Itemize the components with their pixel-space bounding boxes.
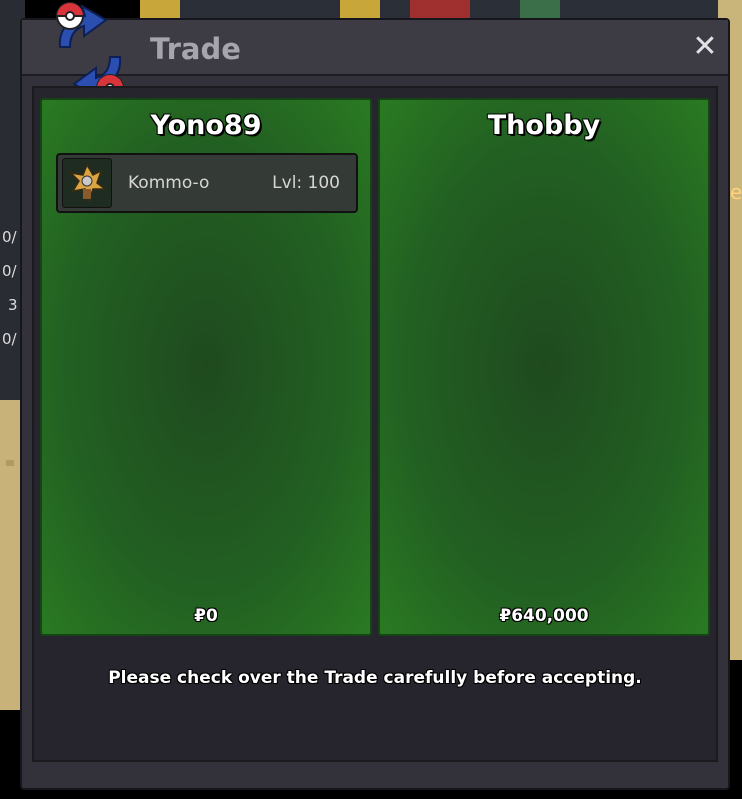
player-name: Yono89 <box>150 110 262 141</box>
window-title: Trade <box>150 32 241 66</box>
background-label: e <box>730 180 742 204</box>
close-button[interactable]: ✕ <box>691 32 719 62</box>
background-label: 0/ <box>2 330 17 348</box>
trade-window: Trade ✕ Yono89 Kommo-o Lvl: 100 ₽0 Thobb… <box>20 2 730 790</box>
background-label: 0/ <box>2 262 17 280</box>
trade-item[interactable]: Kommo-o Lvl: 100 <box>56 153 358 213</box>
item-name: Kommo-o <box>128 173 210 193</box>
background-label: 0/ <box>2 228 17 246</box>
trade-content: Yono89 Kommo-o Lvl: 100 ₽0 Thobby ₽640,0… <box>32 86 718 762</box>
background-label: 3 <box>8 296 18 314</box>
offer-money: ₽0 <box>194 606 218 626</box>
player-name: Thobby <box>487 110 601 141</box>
kommo-o-sprite-icon <box>62 158 112 208</box>
background-hud-strip <box>140 0 740 20</box>
offer-money: ₽640,000 <box>499 606 589 626</box>
partner-offer-panel: Thobby ₽640,000 <box>378 98 710 636</box>
trade-notice: Please check over the Trade carefully be… <box>108 668 642 688</box>
my-offer-panel: Yono89 Kommo-o Lvl: 100 ₽0 <box>40 98 372 636</box>
item-level: Lvl: 100 <box>272 173 340 193</box>
